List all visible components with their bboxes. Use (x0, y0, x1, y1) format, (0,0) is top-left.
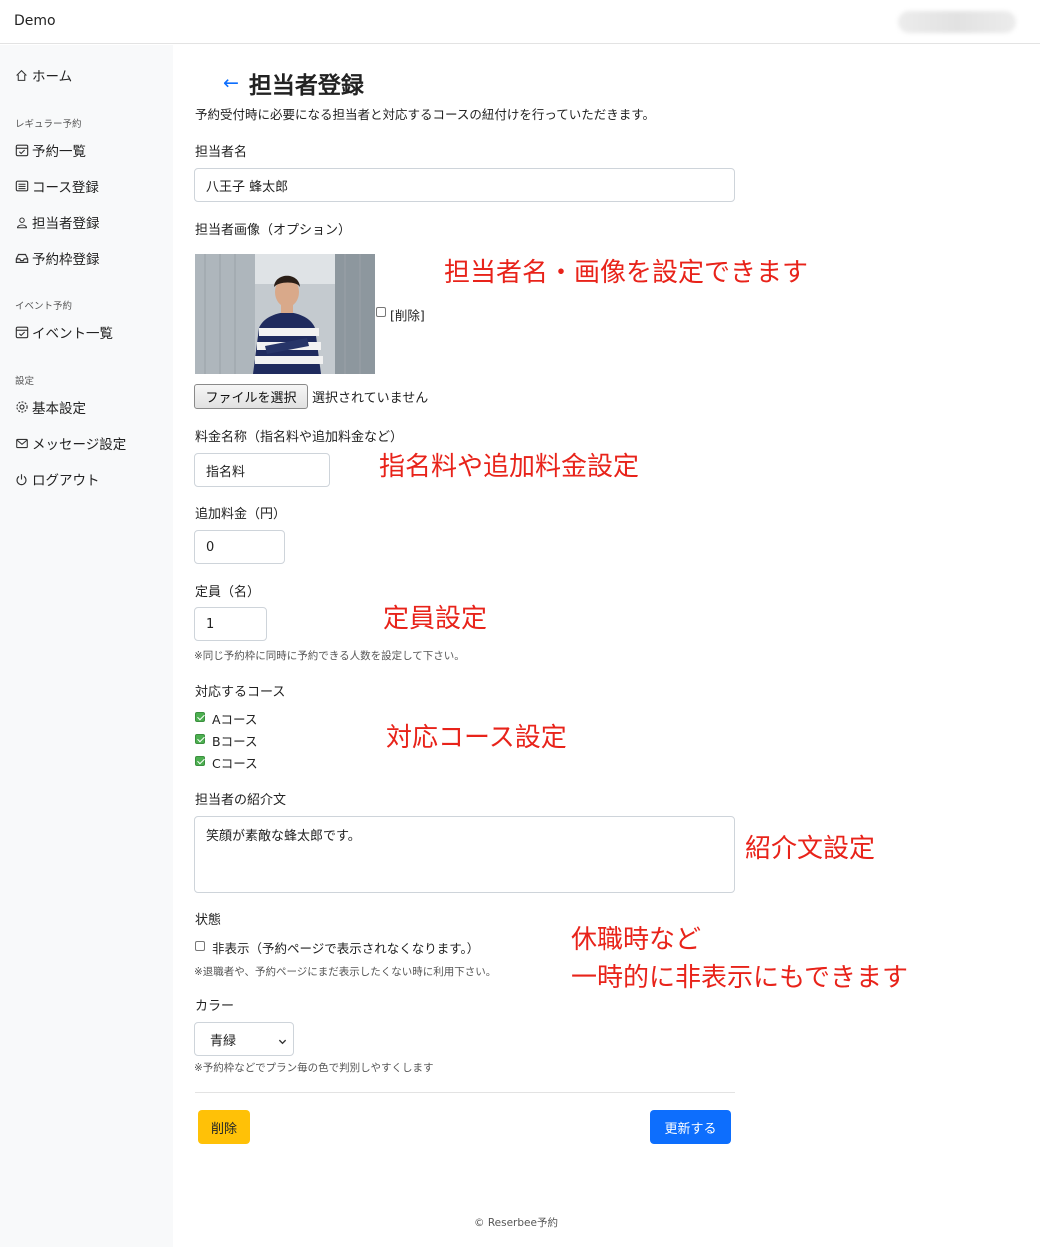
file-select-button[interactable]: ファイルを選択 (194, 384, 308, 409)
course-b-checkbox[interactable] (195, 734, 205, 744)
sidebar-section-regular: レギュラー予約 (15, 119, 82, 130)
page-title-text: 担当者登録 (248, 73, 364, 99)
capacity-input[interactable] (194, 607, 267, 641)
capacity-label: 定員（名） (195, 585, 261, 600)
sidebar-section-settings: 設定 (15, 376, 35, 387)
power-icon (14, 472, 29, 487)
annotation-name-image: 担当者名・画像を設定できます (444, 258, 809, 288)
capacity-note: ※同じ予約枠に同時に予約できる人数を設定して下さい。 (194, 650, 465, 662)
intro-textarea[interactable]: 笑顔が素敵な蜂太郎です。 (194, 816, 735, 893)
annotation-courses: 対応コース設定 (386, 723, 567, 753)
name-label: 担当者名 (195, 145, 248, 160)
fee-name-label: 料金名称（指名料や追加料金など） (195, 430, 404, 445)
annotation-fee: 指名料や追加料金設定 (379, 452, 640, 482)
delete-button[interactable]: 削除 (198, 1110, 250, 1144)
extra-fee-input[interactable] (194, 530, 285, 564)
image-delete-checkbox[interactable] (376, 307, 386, 317)
main-content: ← 担当者登録 予約受付時に必要になる担当者と対応するコースの紐付けを行っていた… (173, 45, 1040, 1247)
course-c-label: Cコース (212, 756, 258, 771)
courses-label: 対応するコース (195, 685, 286, 700)
sidebar-item-home[interactable]: ホーム (14, 65, 72, 85)
list-icon (14, 179, 29, 194)
update-button[interactable]: 更新する (650, 1110, 731, 1144)
intro-label: 担当者の紹介文 (195, 793, 287, 808)
sidebar-item-label: 予約一覧 (32, 144, 86, 160)
sidebar-item-label: メッセージ設定 (32, 437, 127, 453)
color-select-value: 青緑 (210, 1033, 237, 1049)
sidebar-item-reservation-list[interactable]: 予約一覧 (14, 140, 86, 160)
image-delete-label: [削除] (390, 308, 425, 323)
staff-photo (195, 254, 375, 374)
sidebar-item-label: 予約枠登録 (32, 252, 100, 268)
page-title: ← 担当者登録 (223, 66, 364, 100)
gear-icon (14, 400, 29, 415)
sidebar-item-label: コース登録 (32, 180, 99, 196)
footer-copyright: © Reserbee予約 (474, 1217, 558, 1229)
status-label: 状態 (195, 913, 222, 928)
calendar-icon (14, 143, 29, 158)
sidebar-item-label: 基本設定 (32, 401, 86, 417)
sidebar-item-course-register[interactable]: コース登録 (14, 176, 99, 196)
sidebar-item-label: ログアウト (32, 473, 100, 489)
sidebar-item-event-list[interactable]: イベント一覧 (14, 322, 113, 342)
chevron-down-icon (278, 1035, 287, 1050)
extra-fee-label: 追加料金（円） (195, 507, 287, 522)
sidebar: ホーム レギュラー予約 予約一覧 コース登録 担当者登録 予約枠登録 イベント予… (0, 45, 173, 1247)
sidebar-item-label: ホーム (32, 69, 73, 85)
back-arrow-icon[interactable]: ← (223, 72, 239, 94)
person-icon (14, 215, 29, 230)
sidebar-item-logout[interactable]: ログアウト (14, 469, 100, 489)
color-select[interactable]: 青緑 (194, 1022, 294, 1056)
hidden-note: ※退職者や、予約ページにまだ表示したくない時に利用下さい。 (194, 966, 497, 978)
sidebar-item-slot-register[interactable]: 予約枠登録 (14, 248, 100, 268)
calendar-check-icon (14, 325, 29, 340)
inbox-icon (14, 251, 29, 266)
color-note: ※予約枠などでプラン毎の色で判別しやすくします (194, 1062, 434, 1074)
sidebar-item-label: 担当者登録 (32, 216, 100, 232)
form-divider (195, 1092, 735, 1093)
hidden-label: 非表示（予約ページで表示されなくなります。） (212, 941, 480, 956)
course-a-label: Aコース (212, 712, 258, 727)
envelope-icon (14, 436, 29, 451)
annotation-intro: 紹介文設定 (745, 834, 876, 864)
annotation-capacity: 定員設定 (383, 604, 488, 634)
sidebar-item-message-settings[interactable]: メッセージ設定 (14, 433, 126, 453)
user-account-menu[interactable] (898, 11, 1016, 33)
top-navbar: Demo (0, 0, 1040, 44)
sidebar-section-event: イベント予約 (15, 301, 73, 312)
sidebar-item-staff-register[interactable]: 担当者登録 (14, 212, 100, 232)
home-icon (14, 68, 29, 83)
name-input[interactable] (194, 168, 735, 202)
annotation-hidden-line2: 一時的に非表示にもできます (571, 963, 908, 993)
color-label: カラー (195, 999, 235, 1014)
course-b-label: Bコース (212, 734, 258, 749)
brand-logo[interactable]: Demo (14, 13, 56, 29)
page-description: 予約受付時に必要になる担当者と対応するコースの紐付けを行っていただきます。 (195, 107, 656, 122)
sidebar-item-basic-settings[interactable]: 基本設定 (14, 397, 86, 417)
course-c-checkbox[interactable] (195, 756, 205, 766)
fee-name-input[interactable] (194, 453, 330, 487)
sidebar-item-label: イベント一覧 (32, 326, 113, 342)
file-status-text: 選択されていません (312, 391, 429, 406)
course-a-checkbox[interactable] (195, 712, 205, 722)
annotation-hidden-line1: 休職時など (571, 925, 702, 955)
image-label: 担当者画像（オプション） (195, 223, 352, 238)
hidden-checkbox[interactable] (195, 941, 205, 951)
